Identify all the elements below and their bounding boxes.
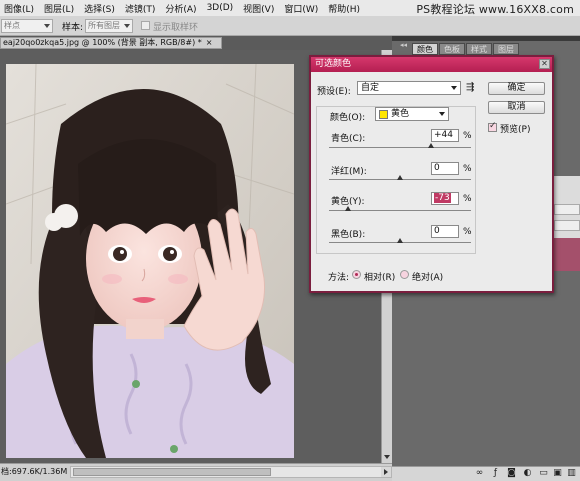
close-icon[interactable]: × <box>206 38 213 47</box>
sample-select[interactable]: 所有图层 <box>85 19 133 33</box>
layer-panel-toolbar: ∞ ƒ ◙ ◐ ▭ ▣ ▥ <box>392 466 580 481</box>
panel-tabs: 颜色 色板 样式 图层 <box>412 43 520 55</box>
colors-label: 颜色(O): <box>330 113 366 123</box>
menu-image[interactable]: 图像(L) <box>0 2 39 15</box>
yellow-pct: % <box>463 194 472 204</box>
document-size: 档:697.6K/1.36M <box>1 467 68 476</box>
preset-select[interactable]: 自定 <box>357 81 461 95</box>
preview-label: 预览(P) <box>500 125 531 135</box>
black-slider-thumb[interactable] <box>397 238 403 243</box>
close-icon[interactable]: ✕ <box>539 59 550 69</box>
new-layer-icon[interactable]: ▣ <box>552 468 563 479</box>
cyan-label: 青色(C): <box>331 134 366 144</box>
menu-3d[interactable]: 3D(D) <box>202 3 239 13</box>
trash-icon[interactable]: ▥ <box>566 468 577 479</box>
yellow-slider-thumb[interactable] <box>345 206 352 211</box>
black-pct: % <box>463 227 472 237</box>
tab-color[interactable]: 颜色 <box>412 43 438 55</box>
sample-size-select[interactable]: 样点 <box>1 19 53 33</box>
black-value: 0 <box>434 226 440 236</box>
method-label: 方法: <box>328 273 350 283</box>
cyan-pct: % <box>463 131 472 141</box>
preview-checkbox[interactable] <box>488 121 497 132</box>
cyan-slider-track[interactable] <box>329 147 471 148</box>
chevron-down-icon <box>124 24 130 28</box>
document-tab[interactable]: eaj20qo0zkqa5.jpg @ 100% (背景 副本, RGB/8#)… <box>0 37 222 49</box>
menu-filter[interactable]: 滤镜(T) <box>120 2 161 15</box>
relative-radio[interactable] <box>352 270 361 279</box>
show-ring-checkbox[interactable] <box>141 21 150 30</box>
chevron-down-icon <box>44 24 50 28</box>
opacity-field[interactable] <box>554 204 580 215</box>
cyan-value: +44 <box>434 130 453 140</box>
menu-window[interactable]: 窗口(W) <box>279 2 323 15</box>
color-swatch <box>379 110 388 119</box>
relative-label: 相对(R) <box>364 273 396 283</box>
portrait-image <box>6 64 294 458</box>
menu-select[interactable]: 选择(S) <box>79 2 120 15</box>
layer-panel-edge <box>552 176 580 271</box>
site-watermark: PS教程论坛 www.16XX8.com <box>416 3 574 16</box>
black-input[interactable]: 0 <box>431 225 459 238</box>
layer-selected-row[interactable] <box>552 238 580 271</box>
preset-menu-icon[interactable]: ⇶ <box>466 82 474 93</box>
chevron-down-icon <box>439 112 445 116</box>
adjustment-icon[interactable]: ◐ <box>522 468 533 479</box>
menu-layer[interactable]: 图层(L) <box>39 2 79 15</box>
tab-layers[interactable]: 图层 <box>493 43 519 55</box>
menu-view[interactable]: 视图(V) <box>238 2 279 15</box>
scroll-thumb[interactable] <box>73 468 271 476</box>
sample-size-value: 样点 <box>4 21 20 30</box>
tab-swatches[interactable]: 色板 <box>439 43 465 55</box>
fx-icon[interactable]: ƒ <box>490 468 501 479</box>
status-bar: 档:697.6K/1.36M <box>0 463 392 481</box>
chevron-down-icon <box>451 86 457 90</box>
fill-field[interactable] <box>554 220 580 231</box>
magenta-label: 洋红(M): <box>331 167 367 177</box>
yellow-input[interactable]: -73 <box>431 192 459 205</box>
absolute-radio[interactable] <box>400 270 409 279</box>
document-title: eaj20qo0zkqa5.jpg @ 100% (背景 副本, RGB/8#)… <box>3 38 202 47</box>
color-group: 颜色(O): 黄色 青色(C): +44 % 洋红(M): 0 % 黄色(Y):… <box>316 106 476 254</box>
panel-dock-top <box>392 36 580 41</box>
absolute-label: 绝对(A) <box>412 273 444 283</box>
show-ring-label: 显示取样环 <box>153 23 199 33</box>
link-icon[interactable]: ∞ <box>474 468 485 479</box>
sample-label: 样本: <box>62 23 84 33</box>
preset-value: 自定 <box>361 83 380 93</box>
magenta-slider-thumb[interactable] <box>397 175 403 180</box>
mask-icon[interactable]: ◙ <box>506 468 517 479</box>
magenta-input[interactable]: 0 <box>431 162 459 175</box>
dialog-title: 可选颜色 <box>311 57 552 72</box>
sample-value: 所有图层 <box>88 21 120 30</box>
photo-canvas[interactable] <box>6 64 294 458</box>
preset-label: 预设(E): <box>317 87 351 97</box>
yellow-value: -73 <box>434 193 451 203</box>
scroll-down-icon[interactable] <box>383 452 391 461</box>
colors-value: 黄色 <box>391 109 410 119</box>
magenta-value: 0 <box>434 163 440 173</box>
ok-button[interactable]: 确定 <box>488 82 545 95</box>
scroll-right-icon[interactable] <box>381 467 391 477</box>
collapse-icon[interactable]: ◂◂ <box>400 41 407 49</box>
magenta-pct: % <box>463 164 472 174</box>
menu-help[interactable]: 帮助(H) <box>323 2 365 15</box>
colors-select[interactable]: 黄色 <box>375 107 449 121</box>
tab-styles[interactable]: 样式 <box>466 43 492 55</box>
options-bar: 样点 样本: 所有图层 显示取样环 <box>0 16 580 36</box>
black-label: 黑色(B): <box>331 230 366 240</box>
horizontal-scrollbar[interactable] <box>70 466 392 478</box>
selective-color-dialog: 可选颜色 ✕ 预设(E): 自定 ⇶ 确定 取消 预览(P) 颜色(O): 黄色… <box>309 55 554 293</box>
cyan-slider-thumb[interactable] <box>428 143 435 148</box>
folder-icon[interactable]: ▭ <box>538 468 549 479</box>
cancel-button[interactable]: 取消 <box>488 101 545 114</box>
menu-analysis[interactable]: 分析(A) <box>160 2 201 15</box>
cyan-input[interactable]: +44 <box>431 129 459 142</box>
